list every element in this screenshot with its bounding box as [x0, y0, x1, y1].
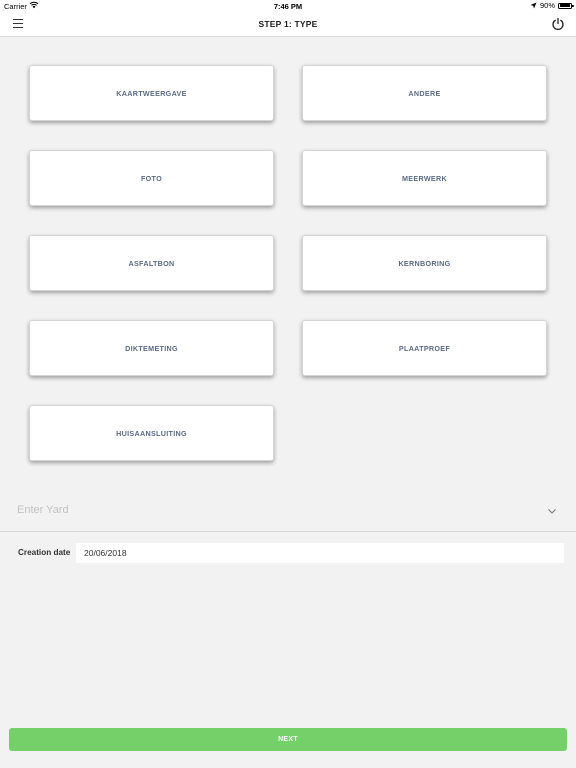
next-button-label: NEXT: [278, 736, 298, 743]
type-tile-foto[interactable]: FOTO: [29, 150, 274, 206]
battery-fill: [559, 4, 571, 7]
type-tile-diktemeting[interactable]: DIKTEMETING: [29, 320, 274, 376]
creation-date-label: Creation date: [18, 548, 71, 557]
type-tile-asfaltbon[interactable]: ASFALTBON: [29, 235, 274, 291]
location-arrow-icon: [530, 2, 537, 9]
battery-icon: [558, 2, 574, 9]
yard-select[interactable]: Enter Yard: [0, 499, 576, 532]
type-tile-label: HUISAANSLUITING: [116, 428, 187, 438]
status-right: 90%: [530, 1, 574, 10]
status-bar: Carrier 7:46 PM 90%: [0, 0, 576, 12]
type-tile-label: DIKTEMETING: [125, 343, 178, 353]
type-tile-label: ASFALTBON: [128, 258, 175, 268]
type-tile-label: PLAATPROEF: [398, 343, 451, 353]
type-tile-andere[interactable]: ANDERE: [302, 65, 547, 121]
nav-bar: STEP 1: TYPE: [0, 12, 576, 37]
power-icon[interactable]: [550, 16, 566, 32]
type-tile-huisaansluiting[interactable]: HUISAANSLUITING: [29, 405, 274, 461]
yard-placeholder: Enter Yard: [17, 504, 69, 516]
status-time: 7:46 PM: [273, 2, 303, 11]
type-tile-label: KERNBORING: [398, 258, 451, 268]
type-tile-label: KAARTWEERGAVE: [116, 88, 187, 98]
type-tile-label: ANDERE: [408, 88, 441, 98]
battery-percent: 90%: [539, 1, 555, 10]
next-button[interactable]: NEXT: [9, 728, 567, 751]
type-tile-label: MEERWERK: [402, 173, 447, 183]
creation-date-field[interactable]: [76, 543, 564, 563]
page-title: STEP 1: TYPE: [258, 19, 318, 29]
type-tile-kernboring[interactable]: KERNBORING: [302, 235, 547, 291]
chevron-down-icon: [548, 509, 556, 514]
type-tile-kaartweergave[interactable]: KAARTWEERGAVE: [29, 65, 274, 121]
type-tile-plaatproef[interactable]: PLAATPROEF: [302, 320, 547, 376]
type-tile-label: FOTO: [140, 173, 163, 183]
type-tile-meerwerk[interactable]: MEERWERK: [302, 150, 547, 206]
